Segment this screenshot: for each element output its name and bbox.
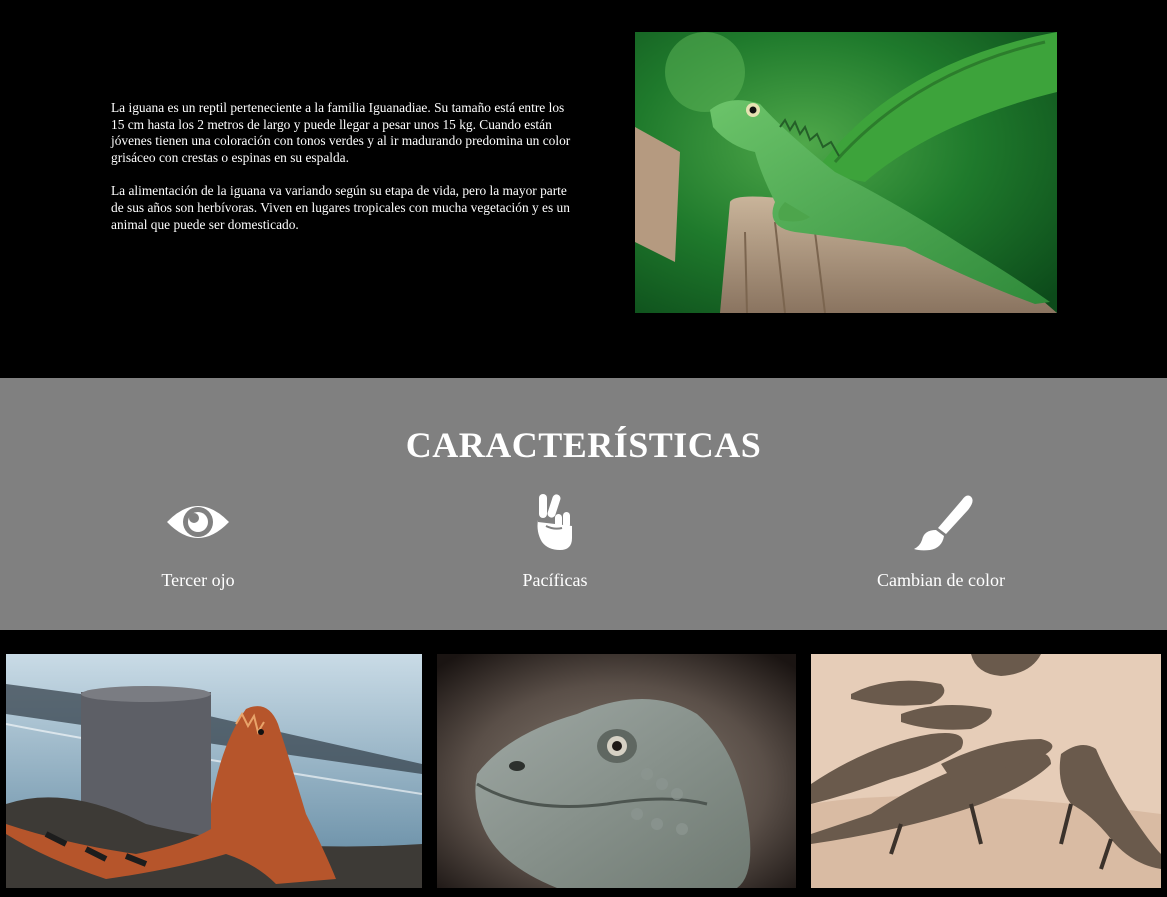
feature-label: Pacíficas <box>522 570 588 590</box>
feature-peaceful: Pacíficas <box>435 492 675 591</box>
eye-icon <box>167 506 229 538</box>
peace-hand-icon <box>537 494 572 550</box>
feature-third-eye: Tercer ojo <box>78 492 318 591</box>
feature-label: Tercer ojo <box>161 570 235 590</box>
gallery-image-orange-iguana <box>6 654 422 888</box>
gallery-image-iguana-head <box>437 654 796 888</box>
gallery-image-iguana-group <box>811 654 1161 888</box>
intro-section: La iguana es un reptil perteneciente a l… <box>0 0 1167 378</box>
hero-iguana-image <box>635 32 1057 313</box>
features-section: CARACTERÍSTICAS Tercer ojo Pacíficas Cam… <box>0 378 1167 630</box>
paint-brush-icon <box>914 495 973 551</box>
features-title: CARACTERÍSTICAS <box>405 425 762 465</box>
feature-label: Cambian de color <box>877 570 1005 590</box>
feature-change-color: Cambian de color <box>821 492 1061 591</box>
intro-text: La iguana es un reptil perteneciente a l… <box>111 100 573 250</box>
intro-paragraph-1: La iguana es un reptil perteneciente a l… <box>111 100 571 165</box>
intro-paragraph-2: La alimentación de la iguana va variando… <box>111 183 570 232</box>
